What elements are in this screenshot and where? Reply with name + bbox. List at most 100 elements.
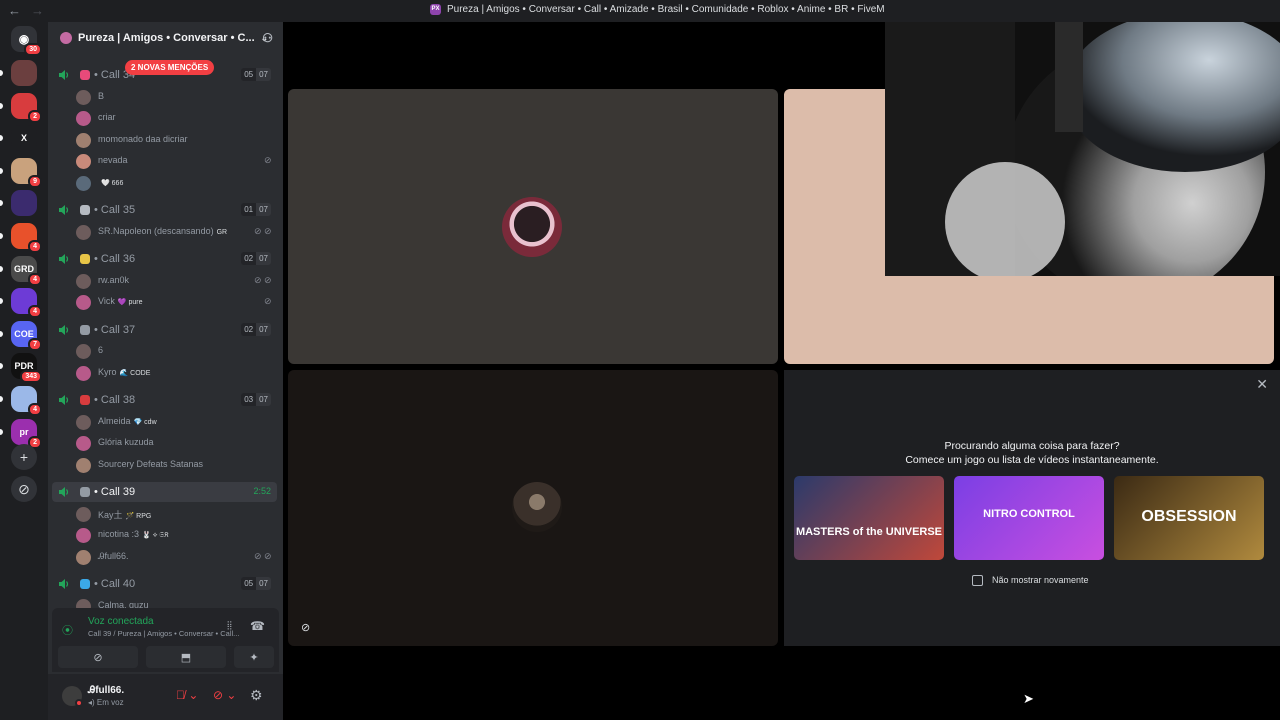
unread-badge: 343 (20, 370, 42, 384)
speaker-icon (58, 324, 70, 336)
channel-emoji-icon (80, 579, 90, 589)
activity-card-title: MASTERS of the UNIVERSE (795, 526, 943, 538)
gear-icon[interactable]: ⚙ (250, 687, 263, 704)
server-icon[interactable] (11, 190, 37, 217)
add-server-icon[interactable]: + (11, 444, 37, 470)
forward-arrow-icon[interactable]: → (31, 3, 44, 18)
close-icon[interactable]: ✕ (1256, 376, 1268, 393)
unread-pill (0, 298, 3, 305)
server-icon[interactable]: 4 (11, 223, 42, 253)
discover-icon[interactable]: ⊘ (11, 476, 37, 502)
unread-pill (0, 265, 3, 272)
server-label: GRD (14, 263, 34, 274)
participant-tile[interactable]: ⊘ (288, 370, 778, 646)
voice-user[interactable]: Almeida 💎 cdw (76, 412, 276, 432)
speaker-icon (58, 578, 70, 590)
channel-name-text: Call 40 (100, 578, 136, 590)
voice-user[interactable]: B (76, 87, 276, 107)
call-timer: 2:52 (253, 486, 271, 496)
voice-user[interactable]: 🤍 666 (76, 173, 276, 193)
disconnect-icon[interactable]: ☎ (250, 619, 265, 633)
voice-user[interactable]: nevada ⊘ (76, 151, 276, 171)
server-icon[interactable]: GRD 4 (11, 255, 42, 286)
status-indicator (75, 699, 83, 707)
signal-icon: ⦿ (62, 625, 73, 637)
user-tag: 💜 pure (117, 299, 143, 306)
channel-emoji-icon (80, 205, 90, 215)
server-icon[interactable]: 4 (11, 288, 42, 319)
voice-channel[interactable]: • Call 40 05 07 (52, 574, 277, 594)
speaker-icon (58, 69, 70, 81)
share-screen-button[interactable]: ⬒ (146, 646, 226, 668)
user-limit: 07 (256, 393, 271, 406)
voice-channel[interactable]: • Call 37 02 07 (52, 320, 277, 340)
voice-user[interactable]: Glória kuzuda (76, 433, 276, 453)
server-icon[interactable]: COE 7 (11, 320, 42, 351)
voice-user[interactable]: criar (76, 108, 276, 128)
avatar (76, 414, 91, 430)
voice-user[interactable]: nicotina :3 🐰 ⟡ 𝔖𝔎 (76, 525, 276, 545)
voice-user[interactable]: Vick 💜 pure ⊘ (76, 292, 276, 312)
new-mentions-pill[interactable]: 2 NOVAS MENÇÕES (125, 60, 215, 75)
voice-channel[interactable]: • Call 36 02 07 (52, 249, 277, 269)
unread-pill (0, 396, 3, 402)
voice-channel[interactable]: • Call 38 03 07 (52, 390, 277, 410)
noise-suppression-icon[interactable]: ⦙⦙ (227, 620, 232, 633)
voice-connection-panel: ⦿ Voz conectada Call 39 / Pureza | Amigo… (52, 608, 279, 672)
server-label: X (20, 133, 27, 144)
headphones-deafened-icon[interactable]: ⊘ ⌄ (213, 688, 236, 702)
voice-user[interactable]: Sourcery Defeats Satanas (76, 455, 276, 475)
unread-pill (0, 70, 3, 76)
back-arrow-icon[interactable]: ← (8, 3, 21, 18)
channel-emoji-icon (80, 324, 90, 335)
username[interactable]: Ꭿfull66. (88, 685, 124, 696)
voice-user[interactable]: Kay土 🪄 RPG (76, 504, 276, 524)
server-icon[interactable]: 2 (11, 92, 42, 123)
muted-icon: ⊘ (264, 296, 272, 306)
dont-show-again-label[interactable]: Não mostrar novamente (992, 575, 1089, 585)
speaker-icon (58, 253, 70, 265)
camera-off-button[interactable]: ⊘ (58, 646, 138, 668)
voice-channel[interactable]: • Call 39 2:52 (52, 482, 277, 502)
invite-people-icon[interactable]: ⚇ (262, 31, 273, 45)
channel-emoji-icon (80, 70, 90, 80)
activity-suggestions-panel: ✕ Procurando alguma coisa para fazer? Co… (784, 370, 1280, 646)
voice-channel[interactable]: • Call 35 01 07 (52, 200, 277, 220)
username-text: nevada (98, 155, 128, 165)
mic-muted-icon[interactable]: 🎙̸ ⌄ (176, 688, 198, 702)
participant-tile[interactable] (288, 89, 778, 364)
avatar (76, 224, 91, 240)
server-icon[interactable]: X (11, 125, 37, 152)
server-icon[interactable]: 4 (11, 386, 42, 416)
server-icon[interactable] (11, 60, 37, 86)
channel-name-text: Call 36 (100, 253, 136, 265)
webcam-feed (885, 22, 1280, 276)
activity-card-title: OBSESSION (1141, 508, 1237, 525)
voice-user[interactable]: 6 (76, 341, 276, 361)
voice-user[interactable]: momonado daa dicriar (76, 130, 276, 150)
voice-user[interactable]: Ꭿfull66. ⊘ ⊘ (76, 547, 276, 567)
activity-card[interactable]: NITRO CONTROL (954, 476, 1104, 560)
guild-header[interactable]: Pureza | Amigos • Conversar • C... ⌄ ⚇ (48, 22, 283, 54)
user-count: 01 (241, 203, 257, 216)
direct-messages-button[interactable]: ◉ 30 (11, 26, 42, 56)
channel-name: • Call 39 (94, 486, 136, 498)
unread-pill (0, 200, 3, 207)
dont-show-again-checkbox[interactable] (972, 575, 983, 586)
voice-status[interactable]: Voz conectada (88, 616, 154, 627)
username: nicotina :3 🐰 ⟡ 𝔖𝔎 (98, 529, 169, 540)
channel-name: • Call 37 (94, 323, 136, 336)
server-icon[interactable]: pr 2 (11, 418, 42, 449)
activity-card-title: NITRO CONTROL (983, 508, 1075, 520)
voice-user[interactable]: SR.Napoleon (descansando) GR ⊘ ⊘ (76, 222, 276, 242)
unread-pill (0, 428, 3, 435)
voice-user[interactable]: Kyro 🌊 CODE (76, 363, 276, 383)
speaker-icon (58, 394, 70, 406)
server-icon[interactable]: PDR 343 (11, 353, 42, 384)
activity-card[interactable]: OBSESSION (1114, 476, 1264, 560)
server-icon[interactable]: 9 (11, 157, 42, 188)
voice-user[interactable]: rw.an0k ⊘ ⊘ (76, 271, 276, 291)
voice-location[interactable]: Call 39 / Pureza | Amigos • Conversar • … (88, 629, 268, 638)
activity-card[interactable]: MASTERS of the UNIVERSE (794, 476, 944, 560)
activities-button[interactable]: ✦ (234, 646, 274, 668)
